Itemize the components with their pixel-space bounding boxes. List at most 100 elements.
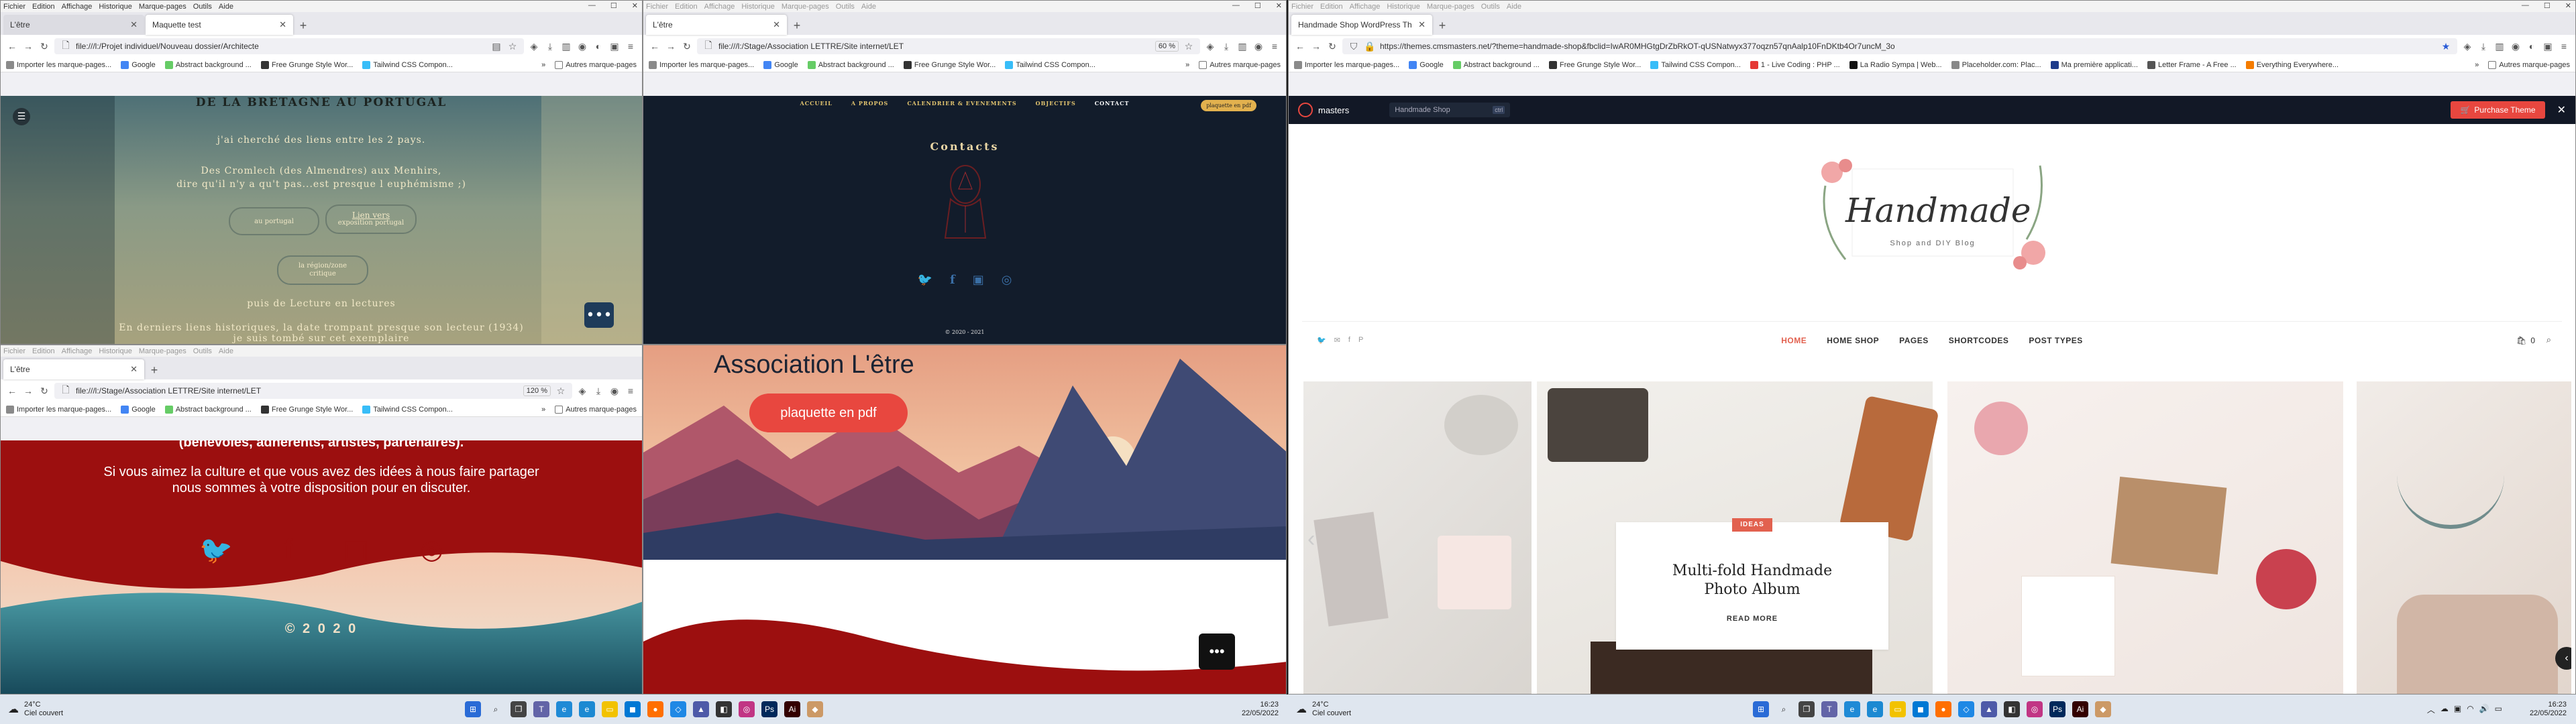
slide-image-flowers[interactable]	[1947, 381, 2343, 694]
menu-marque-pages[interactable]: Marque-pages	[1427, 3, 1474, 11]
back-icon[interactable]: ←	[1294, 40, 1306, 52]
forward-icon[interactable]: →	[665, 40, 677, 52]
nav-objectifs[interactable]: OBJECTIFS	[1036, 100, 1076, 107]
download-icon[interactable]: ⤓	[2477, 40, 2489, 52]
reload-icon[interactable]: ↻	[1326, 40, 1338, 52]
bookmark-item[interactable]: Importer les marque-pages...	[1294, 60, 1399, 69]
close-icon[interactable]: ✕	[2565, 1, 2571, 10]
minimize-icon[interactable]: —	[588, 1, 596, 10]
file-explorer-icon[interactable]: ▭	[1890, 701, 1906, 717]
extension-icon[interactable]: ◉	[576, 40, 588, 52]
forward-icon[interactable]: →	[22, 385, 34, 397]
menu-marque-pages[interactable]: Marque-pages	[782, 3, 829, 11]
language-icon[interactable]: ▣	[2454, 704, 2461, 715]
download-icon[interactable]: ⤓	[1220, 40, 1232, 52]
menu-historique[interactable]: Historique	[1387, 3, 1420, 11]
app-icon[interactable]: ◆	[2095, 701, 2111, 717]
close-icon[interactable]: ✕	[2557, 103, 2566, 117]
menu-aide[interactable]: Aide	[219, 347, 233, 355]
other-bookmarks[interactable]: Autres marque-pages	[2488, 60, 2570, 69]
bookmarks-overflow[interactable]: »	[541, 406, 545, 414]
bookmark-item[interactable]: Importer les marque-pages...	[6, 405, 111, 414]
task-view-icon[interactable]: ❐	[511, 701, 527, 717]
bookmark-star-icon[interactable]: ☆	[1183, 40, 1195, 52]
zoom-level[interactable]: 60 %	[1155, 41, 1179, 52]
wifi-icon[interactable]: ◠	[2467, 704, 2473, 715]
clock[interactable]: 16:23 22/05/2022	[2530, 701, 2567, 718]
forward-icon[interactable]: →	[22, 40, 34, 52]
menu-outils[interactable]: Outils	[193, 347, 212, 355]
nav-a-propos[interactable]: A PROPOS	[851, 100, 888, 107]
bookmark-item[interactable]: Abstract background ...	[164, 60, 252, 69]
search-icon[interactable]: ⌕	[2546, 335, 2551, 345]
bookmark-item[interactable]: Free Grunge Style Wor...	[260, 405, 353, 414]
bookmark-star-icon[interactable]: ★	[2440, 40, 2452, 52]
bookmark-item[interactable]: Google	[763, 60, 798, 69]
bookmark-item[interactable]: Free Grunge Style Wor...	[260, 60, 353, 69]
search-icon[interactable]: ⌕	[488, 701, 504, 717]
slide-image-notebook[interactable]	[1303, 381, 1532, 694]
more-options-button[interactable]: •••	[1199, 634, 1235, 670]
read-more-link[interactable]: READ MORE	[1616, 615, 1888, 623]
tab-letre[interactable]: L'être ✕	[646, 15, 787, 35]
tab-letre[interactable]: L'être ✕	[3, 359, 144, 379]
category-badge[interactable]: IDEAS	[1732, 518, 1772, 532]
back-icon[interactable]: ←	[6, 40, 18, 52]
cart-widget[interactable]: 🛍 0	[2516, 336, 2535, 345]
pocket-icon[interactable]: ◈	[528, 40, 540, 52]
windows-start-icon[interactable]: ⊞	[1753, 701, 1769, 717]
menu-icon[interactable]: ≡	[625, 385, 637, 397]
app-icon[interactable]: ▲	[1981, 701, 1997, 717]
bookmarks-overflow[interactable]: »	[1185, 61, 1189, 69]
tab-maquette[interactable]: Maquette test ✕	[146, 15, 293, 35]
url-bar[interactable]: ⛉ 🔒 https://themes.cmsmasters.net/?theme…	[1342, 38, 2457, 54]
edge-icon[interactable]: e	[1867, 701, 1883, 717]
menu-affichage[interactable]: Affichage	[62, 347, 93, 355]
region-button[interactable]: la région/zone critique	[277, 255, 368, 285]
app-icon[interactable]: ◧	[716, 701, 732, 717]
weather-icon[interactable]: ☁	[1296, 703, 1307, 716]
menu-affichage[interactable]: Affichage	[1350, 3, 1381, 11]
nav-calendrier[interactable]: CALENDRIER & EVENEMENTS	[907, 100, 1016, 107]
weather-widget[interactable]: 24°C Ciel couvert	[24, 701, 63, 718]
minimize-icon[interactable]: —	[2522, 1, 2529, 10]
back-icon[interactable]: ←	[6, 385, 18, 397]
chevron-up-icon[interactable]: ︿	[2427, 704, 2435, 715]
download-icon[interactable]: ⤓	[544, 40, 556, 52]
menu-historique[interactable]: Historique	[99, 347, 132, 355]
volume-icon[interactable]: 🔊	[2479, 704, 2489, 715]
new-tab-icon[interactable]: +	[294, 16, 312, 35]
nav-accueil[interactable]: ACCUEIL	[800, 100, 833, 107]
edge-icon[interactable]: e	[579, 701, 595, 717]
pdf-button[interactable]: plaquette en pdf	[749, 394, 908, 432]
tab-close-icon[interactable]: ✕	[130, 19, 138, 30]
tab-close-icon[interactable]: ✕	[279, 19, 286, 30]
pocket-icon[interactable]: ◈	[576, 385, 588, 397]
facebook-icon[interactable]: f	[284, 534, 292, 566]
bookmark-item[interactable]: Free Grunge Style Wor...	[903, 60, 996, 69]
extension-icon[interactable]: ◐	[592, 40, 604, 52]
other-bookmarks[interactable]: Autres marque-pages	[555, 60, 637, 69]
bookmark-item[interactable]: Everything Everywhere...	[2245, 60, 2339, 69]
bookmark-item[interactable]: Tailwind CSS Compon...	[362, 60, 453, 69]
library-icon[interactable]: ▥	[2493, 40, 2506, 52]
maximize-icon[interactable]: ☐	[610, 1, 617, 10]
facebook-icon[interactable]: f	[950, 273, 955, 287]
menu-marque-pages[interactable]: Marque-pages	[139, 347, 186, 355]
bookmark-star-icon[interactable]: ☆	[506, 40, 519, 52]
vscode-icon[interactable]: ◇	[1958, 701, 1974, 717]
menu-edition[interactable]: Edition	[32, 347, 55, 355]
reader-icon[interactable]: ▤	[490, 40, 502, 52]
menu-icon[interactable]: ≡	[2558, 40, 2570, 52]
bookmark-item[interactable]: 1 - Live Coding : PHP ...	[1750, 60, 1840, 69]
app-icon[interactable]: ◆	[807, 701, 823, 717]
purchase-theme-button[interactable]: 🛒 Purchase Theme	[2451, 101, 2545, 119]
url-bar[interactable]: 🗋 file:///l:/Projet individuel/Nouveau d…	[54, 38, 524, 54]
hamburger-icon[interactable]: ☰	[13, 108, 30, 125]
forward-icon[interactable]: →	[1310, 40, 1322, 52]
bookmark-star-icon[interactable]: ☆	[555, 385, 567, 397]
menu-affichage[interactable]: Affichage	[62, 3, 93, 11]
store-icon[interactable]: ◼	[625, 701, 641, 717]
weather-icon[interactable]: ☁	[8, 703, 19, 716]
menu-edition[interactable]: Edition	[32, 3, 55, 11]
